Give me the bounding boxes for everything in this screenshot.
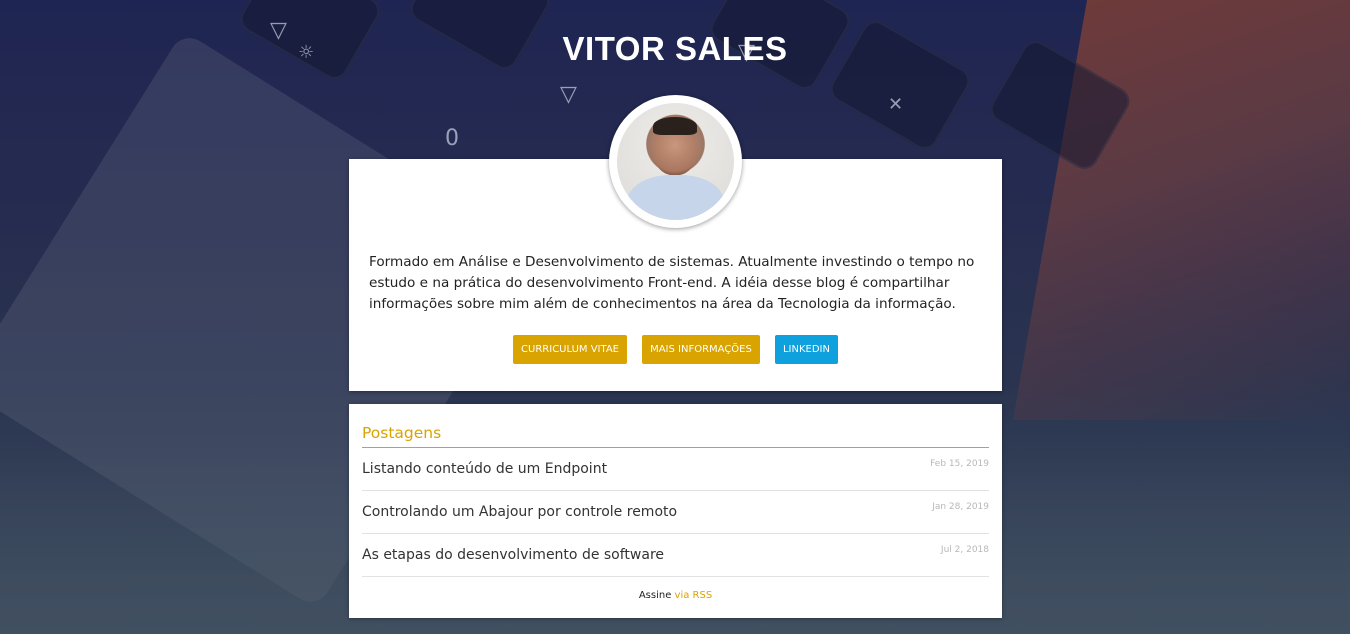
about-text: Formado em Análise e Desenvolvimento de … bbox=[369, 254, 975, 312]
rss-prefix: Assine bbox=[638, 590, 672, 601]
curriculum-vitae-button[interactable]: CURRICULUM VITAE bbox=[513, 335, 627, 364]
avatar bbox=[609, 95, 742, 228]
linkedin-button[interactable]: LINKEDIN bbox=[774, 335, 838, 364]
post-title[interactable]: Controlando um Abajour por controle remo… bbox=[362, 504, 677, 520]
posts-heading: Postagens bbox=[362, 424, 989, 448]
profile-photo bbox=[617, 103, 734, 220]
rss-link[interactable]: via RSS bbox=[675, 590, 713, 601]
posts-card: Postagens Listando conteúdo de um Endpoi… bbox=[349, 404, 1002, 618]
post-item[interactable]: As etapas do desenvolvimento de software… bbox=[362, 534, 989, 577]
post-item[interactable]: Controlando um Abajour por controle remo… bbox=[362, 491, 989, 534]
more-info-button[interactable]: MAIS INFORMAÇÕES bbox=[642, 335, 760, 364]
post-date: Jan 28, 2019 bbox=[932, 502, 989, 512]
post-title[interactable]: Listando conteúdo de um Endpoint bbox=[362, 461, 607, 477]
rss-subscribe: Assine via RSS bbox=[362, 590, 989, 601]
site-title: VITOR SALES bbox=[562, 30, 788, 67]
post-item[interactable]: Listando conteúdo de um Endpoint Feb 15,… bbox=[362, 448, 989, 491]
post-date: Jul 2, 2018 bbox=[940, 545, 989, 555]
profile-links: CURRICULUM VITAE MAIS INFORMAÇÕES LINKED… bbox=[349, 335, 1002, 364]
post-title[interactable]: As etapas do desenvolvimento de software bbox=[362, 547, 664, 563]
post-date: Feb 15, 2019 bbox=[930, 459, 989, 469]
